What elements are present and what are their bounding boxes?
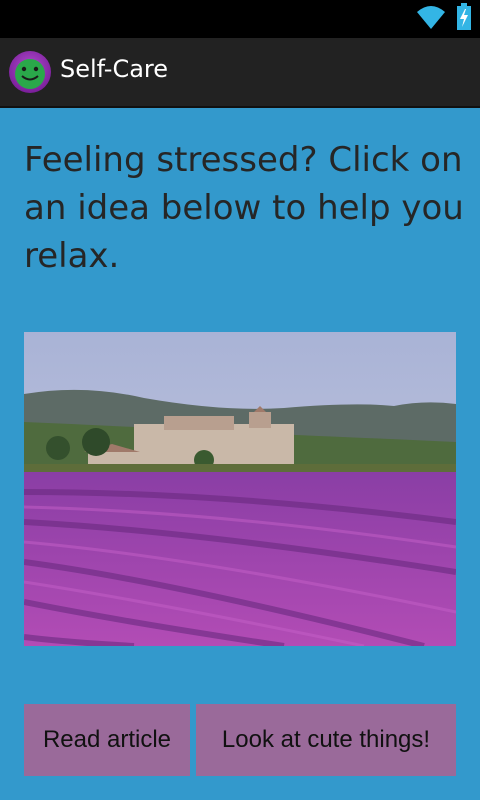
battery-charging-icon — [457, 3, 471, 30]
look-at-cute-things-button[interactable]: Look at cute things! — [196, 704, 456, 776]
lavender-field-photo[interactable] — [24, 332, 456, 646]
smiley-face-icon[interactable] — [8, 50, 52, 94]
app-title: Self-Care — [60, 55, 169, 83]
action-bar: Self-Care — [0, 38, 480, 108]
prompt-text: Feeling stressed? Click on an idea below… — [24, 140, 464, 276]
wifi-icon — [417, 6, 445, 29]
status-bar — [0, 0, 480, 38]
read-article-button[interactable]: Read article — [24, 704, 190, 776]
main-content: Feeling stressed? Click on an idea below… — [0, 108, 480, 800]
